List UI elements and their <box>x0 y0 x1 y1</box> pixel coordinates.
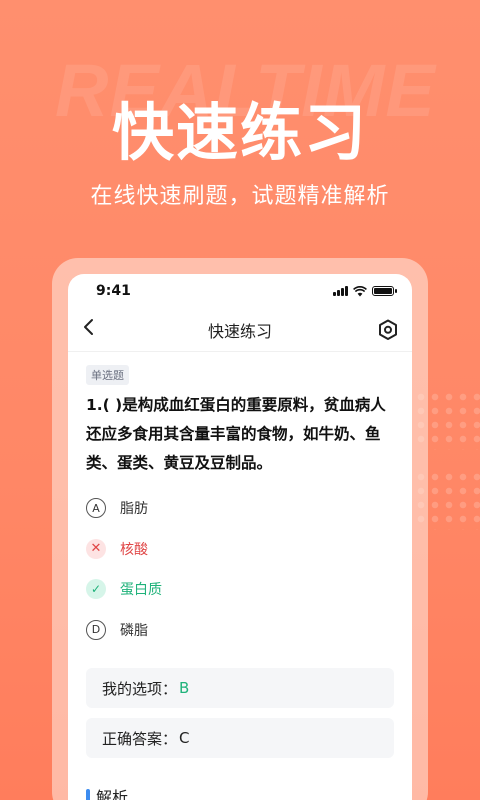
option-label: 磷脂 <box>120 622 148 639</box>
correct-answer-label: 正确答案： <box>102 729 178 748</box>
status-bar: 9:41 <box>68 274 412 308</box>
option-a[interactable]: A 脂肪 <box>86 488 394 529</box>
hero-subtitle: 在线快速刷题，试题精准解析 <box>90 184 390 209</box>
correct-answer-box: 正确答案： C <box>86 718 394 758</box>
option-b[interactable]: ✕ 核酸 <box>86 529 394 570</box>
option-marker: A <box>86 498 106 519</box>
question-content: 单选题 1.( )是构成血红蛋白的重要原料，贫血病人还应多食用其含量丰富的食物，… <box>68 352 412 800</box>
page-title: 快速练习 <box>207 321 272 341</box>
correct-check-icon: ✓ <box>86 579 106 600</box>
settings-icon[interactable] <box>374 319 398 341</box>
hero-title: 快速练习 <box>111 96 368 169</box>
option-label: 核酸 <box>120 541 148 558</box>
option-label: 蛋白质 <box>120 582 162 599</box>
my-choice-box: 我的选项： B <box>86 668 394 708</box>
my-choice-label: 我的选项： <box>102 679 178 698</box>
question-type-badge: 单选题 <box>86 365 129 385</box>
navbar: 快速练习 <box>68 308 412 352</box>
analysis-heading: 解析 <box>86 784 394 800</box>
accent-bar <box>86 788 90 800</box>
battery-icon <box>372 286 397 296</box>
analysis-label: 解析 <box>96 788 129 800</box>
wrong-x-icon: ✕ <box>86 538 106 559</box>
option-d[interactable]: D 磷脂 <box>86 610 394 651</box>
option-c[interactable]: ✓ 蛋白质 <box>86 569 394 610</box>
option-label: 脂肪 <box>120 501 148 518</box>
status-time: 9:41 <box>96 283 131 299</box>
options-list: A 脂肪 ✕ 核酸 ✓ 蛋白质 D 磷脂 <box>86 488 394 650</box>
my-choice-value: B <box>179 679 190 697</box>
wifi-icon <box>353 285 367 296</box>
question-text: 1.( )是构成血红蛋白的重要原料，贫血病人还应多食用其含量丰富的食物，如牛奶、… <box>86 396 386 472</box>
correct-answer-value: C <box>179 729 190 747</box>
signal-icon <box>333 286 348 296</box>
status-icons <box>333 285 397 297</box>
option-marker: D <box>86 619 106 640</box>
back-icon[interactable] <box>82 317 106 342</box>
phone-screen: 9:41 快速练习 单选题 1.( )是构成血红蛋白的重要原料，贫血病人还应多食… <box>68 274 412 800</box>
